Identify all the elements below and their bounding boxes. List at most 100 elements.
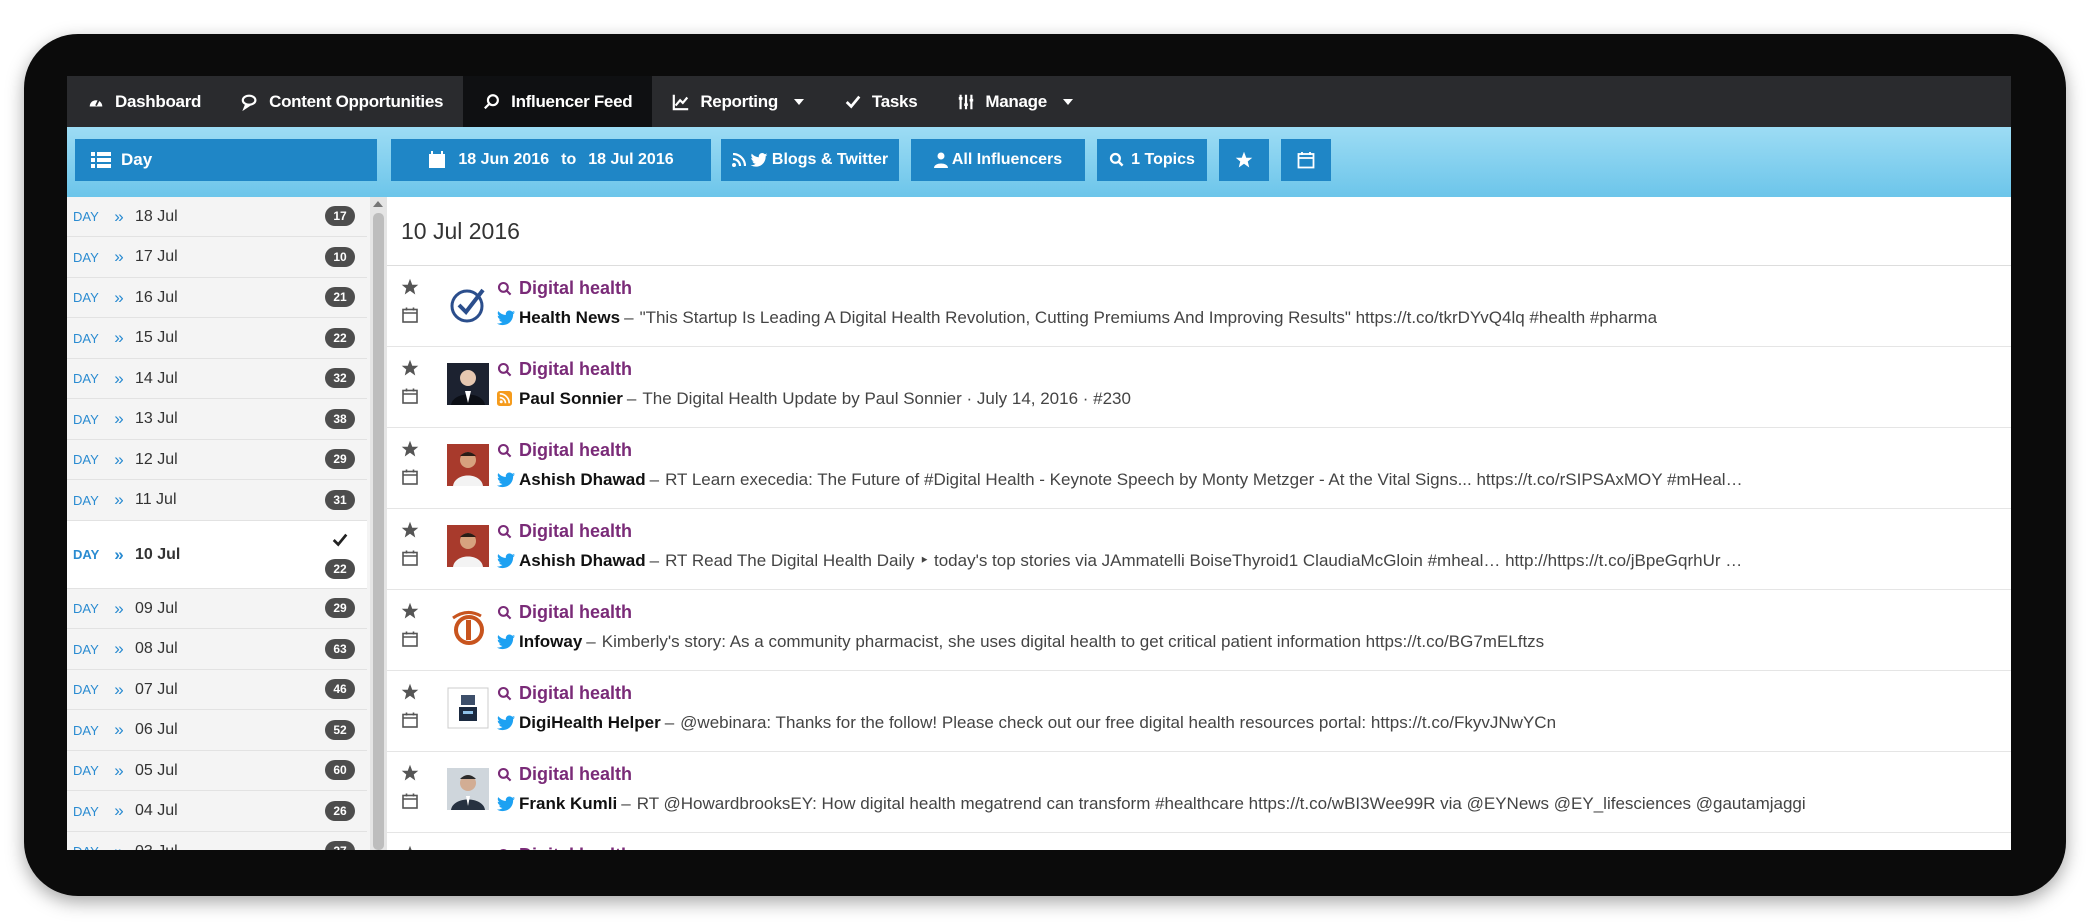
- day-prefix: DAY: [73, 492, 99, 508]
- sidebar-day-item[interactable]: DAY» 05 Jul 60: [67, 751, 367, 791]
- nav-content-opportunities[interactable]: Content Opportunities: [221, 76, 463, 127]
- topic-label: Digital health: [519, 683, 633, 703]
- post-text[interactable]: RT Learn execedia: The Future of #Digita…: [665, 470, 1743, 490]
- sidebar-day-item[interactable]: DAY» 12 Jul 29: [67, 440, 367, 480]
- sidebar-day-item[interactable]: DAY» 14 Jul 32: [67, 359, 367, 399]
- scheduled-filter-button[interactable]: [1281, 139, 1331, 181]
- star-icon[interactable]: [401, 764, 419, 782]
- post-text[interactable]: The Digital Health Update by Paul Sonnie…: [642, 389, 1131, 409]
- post-text[interactable]: @webinara: Thanks for the follow! Please…: [680, 713, 1556, 733]
- star-icon[interactable]: [401, 359, 419, 377]
- post-author[interactable]: Ashish Dhawad: [519, 470, 646, 490]
- star-icon[interactable]: [401, 602, 419, 620]
- star-icon[interactable]: [401, 278, 419, 296]
- topic-link[interactable]: Digital health: [497, 683, 632, 704]
- avatar[interactable]: [447, 606, 489, 648]
- sidebar-day-item[interactable]: DAY» 08 Jul 63: [67, 630, 367, 670]
- sources-filter-label: Blogs & Twitter: [771, 151, 889, 168]
- topic-link[interactable]: Digital health: [497, 359, 632, 380]
- separator: –: [649, 470, 660, 489]
- star-icon[interactable]: [401, 845, 419, 850]
- post-text[interactable]: Kimberly's story: As a community pharmac…: [602, 632, 1544, 652]
- post-text[interactable]: RT @HowardbrooksEY: How digital health m…: [637, 794, 1806, 814]
- calendar-icon[interactable]: [401, 468, 419, 486]
- calendar-icon[interactable]: [401, 711, 419, 729]
- avatar[interactable]: [447, 444, 489, 486]
- avatar[interactable]: [447, 282, 489, 324]
- day-prefix: DAY: [73, 330, 99, 346]
- double-chevron-right-icon: »: [114, 679, 124, 699]
- sidebar-day-item[interactable]: DAY» 16 Jul 21: [67, 278, 367, 318]
- post-author[interactable]: Infoway: [519, 632, 582, 652]
- star-icon[interactable]: [401, 683, 419, 701]
- topic-link[interactable]: Digital health: [497, 602, 632, 623]
- sidebar-day-item[interactable]: DAY» 15 Jul 22: [67, 319, 367, 359]
- avatar[interactable]: [447, 768, 489, 810]
- post-author[interactable]: Health News: [519, 308, 620, 328]
- topics-filter-button[interactable]: 1 Topics: [1097, 139, 1207, 181]
- star-icon[interactable]: [401, 440, 419, 458]
- sidebar-day-item[interactable]: DAY» 17 Jul 10: [67, 238, 367, 278]
- post-text[interactable]: "This Startup Is Leading A Digital Healt…: [640, 308, 1657, 328]
- nav-influencer-feed[interactable]: Influencer Feed: [463, 76, 653, 127]
- day-grouping-button[interactable]: Day: [75, 139, 377, 181]
- calendar-icon[interactable]: [401, 630, 419, 648]
- avatar[interactable]: [447, 687, 489, 729]
- post-author[interactable]: Frank Kumli: [519, 794, 617, 814]
- count-badge: 22: [325, 327, 355, 348]
- post-author[interactable]: Paul Sonnier: [519, 389, 623, 409]
- calendar-icon[interactable]: [401, 549, 419, 567]
- topic-link[interactable]: Digital health: [497, 440, 632, 461]
- post-line: Ashish Dhawad – RT Read The Digital Health…: [497, 551, 1997, 571]
- post-author[interactable]: Ashish Dhawad: [519, 551, 646, 571]
- post-line: Paul Sonnier – The Digital Health Update b…: [497, 389, 1997, 409]
- double-chevron-right-icon: »: [114, 368, 124, 388]
- date-range-button[interactable]: 18 Jun 2016 to 18 Jul 2016: [391, 139, 711, 181]
- post-author[interactable]: DigiHealth Helper: [519, 713, 661, 733]
- topic-link[interactable]: Digital health: [497, 764, 632, 785]
- day-prefix: DAY: [73, 411, 99, 427]
- day-prefix: DAY: [73, 371, 99, 386]
- avatar[interactable]: [447, 525, 489, 567]
- avatar[interactable]: [447, 849, 489, 850]
- day-prefix: DAY: [73, 641, 99, 657]
- star-icon: [1235, 151, 1253, 168]
- check-icon: [845, 95, 861, 109]
- count-badge: 31: [325, 489, 355, 510]
- starred-filter-button[interactable]: [1219, 139, 1269, 181]
- nav-content-opportunities-label: Content Opportunities: [269, 91, 444, 111]
- topic-label: Digital health: [519, 845, 632, 850]
- nav-dashboard[interactable]: Dashboard: [67, 76, 221, 127]
- sidebar-day-item[interactable]: DAY» 04 Jul 26: [67, 792, 367, 832]
- sources-filter-button[interactable]: Blogs & Twitter: [721, 139, 899, 181]
- separator: –: [586, 632, 596, 651]
- influencers-filter-button[interactable]: All Influencers: [911, 139, 1085, 181]
- calendar-icon[interactable]: [401, 792, 419, 810]
- sidebar-day-item[interactable]: DAY» 13 Jul 38: [67, 400, 367, 440]
- avatar[interactable]: [447, 363, 489, 405]
- nav-manage[interactable]: Manage: [937, 76, 1093, 127]
- nav-tasks[interactable]: Tasks: [824, 76, 937, 127]
- twitter-icon: [497, 715, 515, 731]
- scroll-thumb[interactable]: [373, 213, 384, 850]
- sidebar-day-item[interactable]: DAY»03 Jul27: [67, 832, 367, 850]
- calendar-icon[interactable]: [401, 387, 419, 405]
- sidebar-day-item[interactable]: DAY» 07 Jul 46: [67, 670, 367, 710]
- sidebar-day-item[interactable]: DAY» 06 Jul 52: [67, 711, 367, 751]
- star-icon[interactable]: [401, 521, 419, 539]
- sidebar-day-item[interactable]: DAY» 18 Jul 17: [67, 197, 367, 237]
- calendar-icon[interactable]: [401, 306, 419, 324]
- sidebar-day-item[interactable]: DAY» 10 Jul 22: [67, 521, 367, 589]
- double-chevron-right-icon: »: [114, 720, 124, 739]
- post-text[interactable]: RT Read The Digital Health Daily ‣ today…: [665, 551, 1742, 571]
- sidebar-day-item[interactable]: DAY» 09 Jul 29: [67, 589, 367, 629]
- topic-link[interactable]: Digital health: [497, 521, 632, 542]
- sidebar-day-item[interactable]: DAY» 11 Jul 31: [67, 481, 367, 521]
- topic-link[interactable]: Digital health: [497, 845, 632, 850]
- count-badge: 29: [325, 449, 355, 469]
- nav-reporting[interactable]: Reporting: [652, 76, 824, 127]
- count-badge: 38: [325, 408, 355, 429]
- sidebar-scrollbar[interactable]: [370, 197, 387, 850]
- topic-link[interactable]: Digital health: [497, 278, 632, 299]
- scroll-up-icon[interactable]: [373, 201, 383, 207]
